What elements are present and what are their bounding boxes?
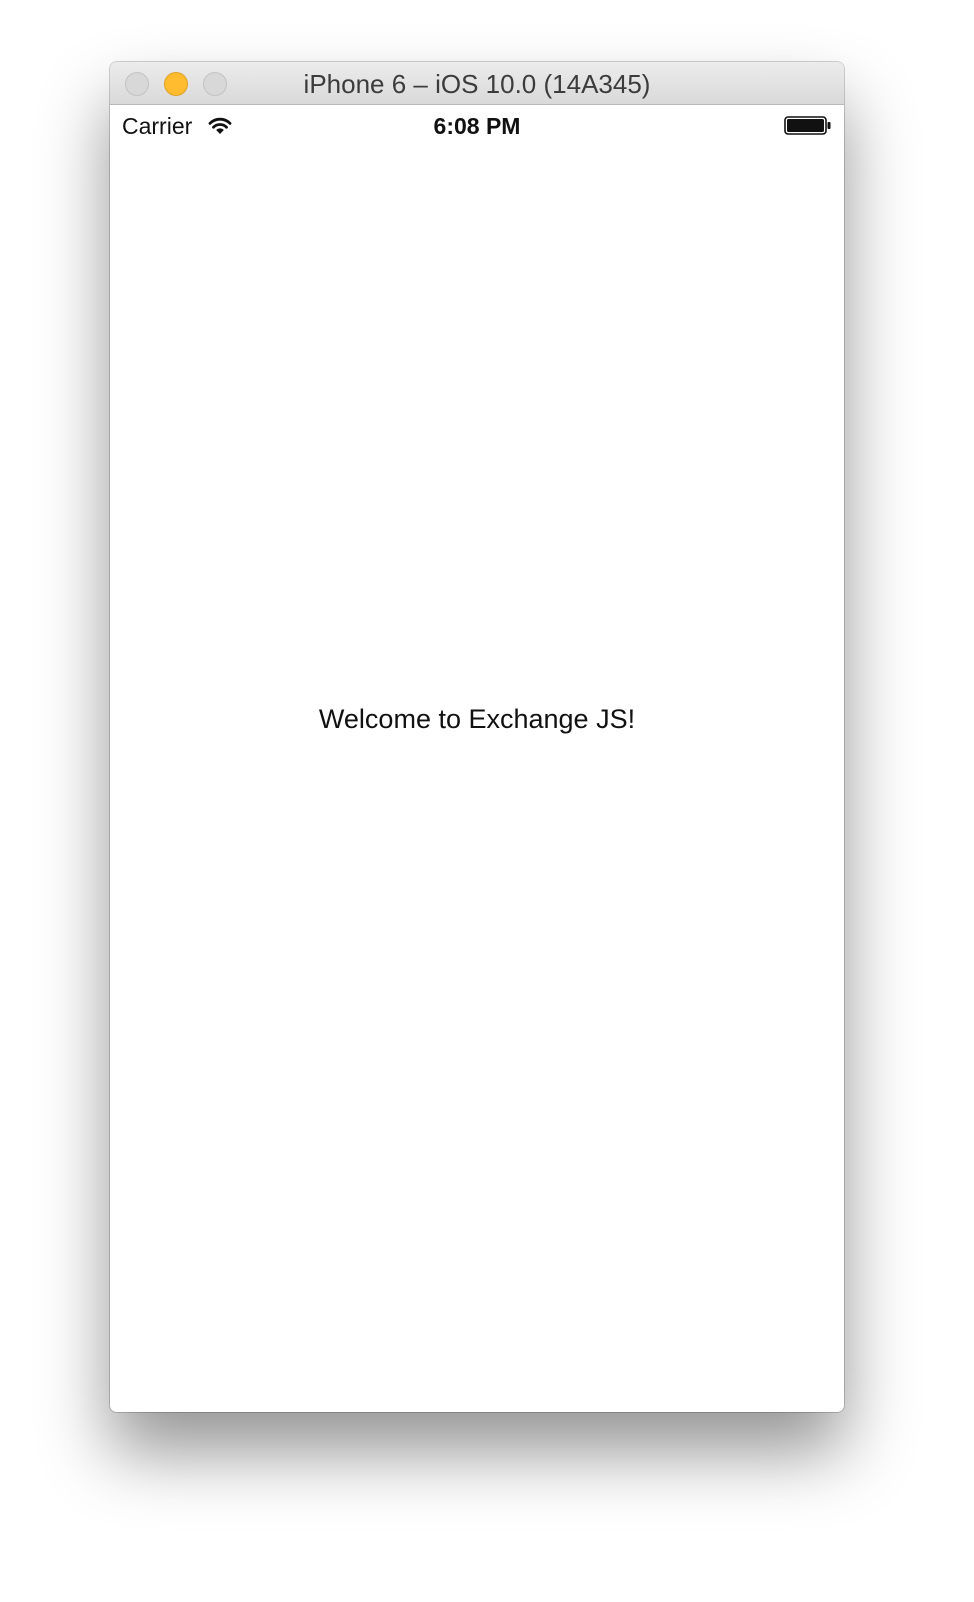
desktop-background: iPhone 6 – iOS 10.0 (14A345) Carrier 6:0…: [0, 0, 974, 1602]
status-time: 6:08 PM: [433, 113, 521, 139]
welcome-message: Welcome to Exchange JS!: [318, 704, 636, 734]
window-title: iPhone 6 – iOS 10.0 (14A345): [303, 69, 651, 99]
device-screen[interactable]: Carrier 6:08 PM Welcome to Exchange JS!: [110, 105, 844, 1412]
status-bar: Carrier 6:08 PM: [110, 105, 844, 145]
battery-icon: [784, 116, 831, 135]
simulator-window: iPhone 6 – iOS 10.0 (14A345) Carrier 6:0…: [110, 62, 844, 1412]
window-titlebar[interactable]: iPhone 6 – iOS 10.0 (14A345): [110, 62, 844, 105]
